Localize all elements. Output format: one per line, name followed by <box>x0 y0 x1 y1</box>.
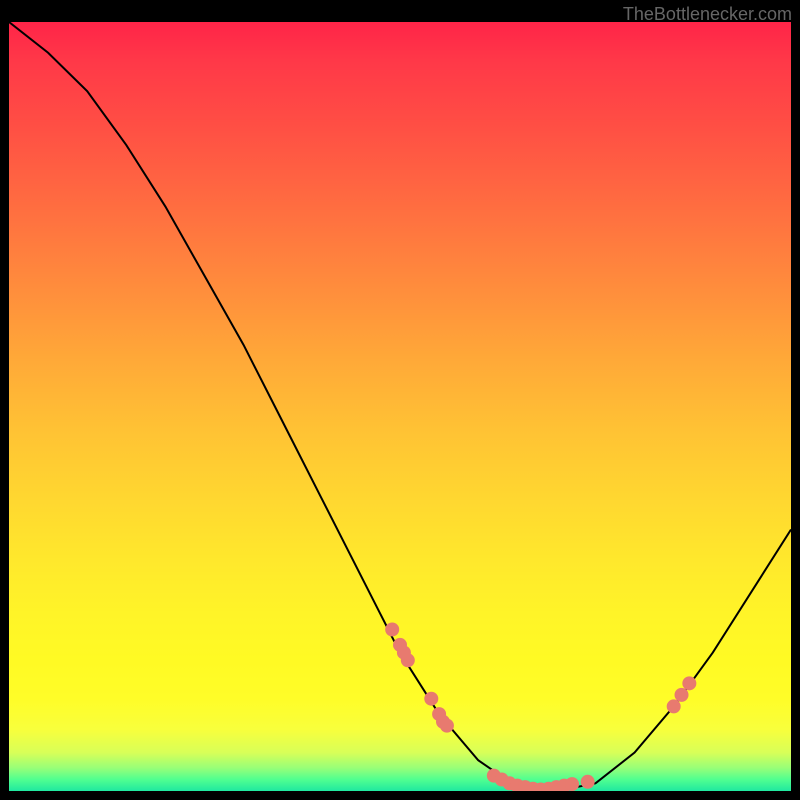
data-marker <box>565 777 579 791</box>
data-marker <box>581 775 595 789</box>
data-marker <box>675 688 689 702</box>
data-marker <box>401 653 415 667</box>
data-marker <box>385 623 399 637</box>
bottleneck-curve <box>9 22 791 791</box>
data-marker <box>424 692 438 706</box>
data-marker <box>667 699 681 713</box>
chart-container <box>9 22 791 791</box>
data-markers <box>385 623 696 791</box>
chart-svg <box>9 22 791 791</box>
watermark-text: TheBottlenecker.com <box>623 4 792 25</box>
data-marker <box>440 719 454 733</box>
data-marker <box>682 676 696 690</box>
